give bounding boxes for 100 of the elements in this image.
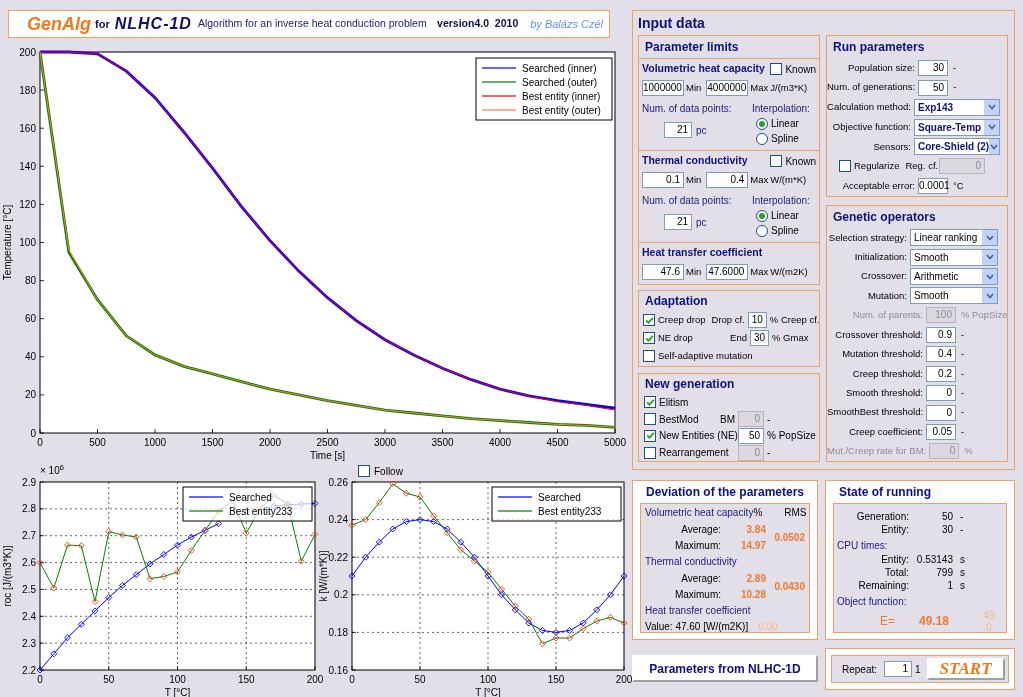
field-label: E= bbox=[879, 613, 895, 630]
tick-label: 4500 bbox=[546, 437, 569, 448]
unit-label: - bbox=[960, 523, 964, 537]
field-label: Sensors: bbox=[872, 139, 911, 154]
tick-label: 150 bbox=[547, 674, 565, 685]
tick-label: 100 bbox=[479, 674, 497, 685]
tick-label: 2.8 bbox=[22, 503, 36, 515]
field-label: Creep coefficient: bbox=[848, 424, 923, 439]
tick-label: 2.4 bbox=[22, 610, 36, 622]
field-label: Smooth threshold: bbox=[844, 385, 923, 400]
value-text: 30 bbox=[940, 523, 953, 537]
value-text: 49.18 bbox=[919, 613, 950, 630]
unit-label: W/(m*K) bbox=[770, 172, 807, 187]
tick-label: 150 bbox=[237, 674, 255, 685]
checkbox-label: BestMod bbox=[659, 412, 699, 427]
legend-label: Searched bbox=[538, 491, 581, 503]
value-text: 1 bbox=[915, 662, 921, 677]
field-label: Max bbox=[750, 80, 769, 95]
field-label: End bbox=[730, 330, 747, 345]
value-text: 0.00 bbox=[758, 620, 778, 634]
tick-label: 500 bbox=[89, 437, 106, 448]
field-label: Repeat: bbox=[842, 662, 878, 677]
tick-label: 0.26 bbox=[328, 476, 348, 488]
unit-label: - bbox=[961, 347, 965, 362]
author-credit: by Balázs Czél bbox=[530, 16, 603, 32]
field-label: Mut./Creep rate for BM: bbox=[827, 444, 927, 459]
tick-label: 4000 bbox=[488, 437, 512, 448]
tick-label: 0 bbox=[349, 674, 355, 685]
field-label: Average: bbox=[680, 571, 721, 586]
value-text: 10.28 bbox=[739, 587, 766, 602]
field-label: Min bbox=[686, 80, 702, 95]
unit-label: - bbox=[961, 385, 965, 400]
field-label: Max bbox=[750, 264, 769, 279]
unit-label: % bbox=[964, 444, 973, 459]
field-label: Num. of generations: bbox=[827, 80, 916, 95]
panel-title: New generation bbox=[644, 376, 736, 393]
field-label: Entity: bbox=[880, 553, 909, 567]
field-label: Population size: bbox=[846, 60, 915, 75]
tick-label: 100 bbox=[169, 674, 186, 685]
field-label: BM bbox=[720, 412, 735, 427]
value-text: 0.53143 bbox=[915, 553, 953, 567]
field-label: Num. of parents: bbox=[851, 308, 923, 323]
column-header: RMS bbox=[784, 506, 807, 520]
value-text: 49 bbox=[982, 609, 995, 621]
field-label: Min bbox=[686, 264, 702, 279]
panel-title: Deviation of the parameters bbox=[645, 484, 806, 501]
field-label: Maximum: bbox=[673, 538, 721, 553]
unit-label: s bbox=[960, 579, 965, 593]
radio-label: Spline bbox=[771, 224, 799, 238]
tick-label: 50 bbox=[103, 674, 115, 685]
legend-label: Best entity233 bbox=[538, 505, 602, 517]
tick-label: 180 bbox=[19, 84, 36, 96]
checkbox-label: Known bbox=[785, 154, 816, 169]
panel-title: Adaptation bbox=[644, 293, 709, 310]
panel-title: Run parameters bbox=[832, 39, 926, 56]
field-label: Acceptable error: bbox=[841, 179, 915, 194]
checkbox-label: NE drop bbox=[658, 330, 693, 345]
legend-label: Searched bbox=[229, 491, 272, 503]
tick-label: 0 bbox=[30, 427, 36, 439]
unit-label: pc bbox=[696, 123, 707, 138]
field-label: Drop cf. bbox=[711, 312, 745, 327]
axis-multiplier: × 10$^{6}$ bbox=[40, 464, 64, 478]
value-text: 3.84 bbox=[745, 522, 766, 537]
legend-label: Searched (outer) bbox=[522, 76, 598, 88]
tick-label: 0 bbox=[37, 674, 43, 685]
tick-label: 5000 bbox=[603, 437, 627, 448]
value-text: 2.89 bbox=[745, 571, 766, 586]
unit-label: - bbox=[961, 424, 965, 439]
unit-label: - bbox=[961, 366, 965, 381]
tick-label: 2000 bbox=[258, 437, 282, 448]
tick-label: 2.2 bbox=[22, 664, 36, 676]
tick-label: 200 bbox=[615, 674, 633, 685]
tick-label: 0.2 bbox=[334, 589, 348, 601]
field-label: Initialization: bbox=[853, 250, 907, 264]
field-label: Crossover: bbox=[860, 269, 907, 284]
group-title: Heat transfer coefficient bbox=[642, 245, 763, 261]
radio-label: Linear bbox=[771, 117, 799, 131]
field-label: Average: bbox=[680, 522, 721, 537]
tick-label: 1000 bbox=[143, 437, 167, 448]
legend-label: Best entity (outer) bbox=[522, 104, 601, 116]
version-label: version4.0 2010 bbox=[437, 16, 519, 32]
field-label: SmoothBest threshold: bbox=[827, 405, 924, 420]
tick-label: 1500 bbox=[201, 437, 224, 448]
tick-label: 120 bbox=[19, 198, 36, 210]
value-text: 1 bbox=[946, 579, 953, 593]
radio-label: Linear bbox=[771, 209, 799, 223]
field-label: Selection strategy: bbox=[827, 230, 907, 245]
group-title: Volumetric heat capacity bbox=[642, 61, 765, 77]
field-label: Objective function: bbox=[831, 119, 911, 134]
column-header: % bbox=[753, 506, 763, 520]
field-label: Crossover threshold: bbox=[834, 327, 923, 342]
tick-label: 140 bbox=[19, 160, 36, 172]
value-text: 799 bbox=[935, 566, 953, 580]
tick-label: 80 bbox=[24, 275, 36, 287]
unit-label: % Gmax bbox=[772, 330, 809, 345]
value-text: 0.0430 bbox=[774, 579, 805, 594]
field-label: Interpolation: bbox=[752, 102, 810, 116]
tick-label: 2.6 bbox=[22, 557, 36, 569]
unit-label: J/(m3*K) bbox=[770, 80, 808, 95]
field-label: Creep threshold: bbox=[851, 366, 923, 381]
